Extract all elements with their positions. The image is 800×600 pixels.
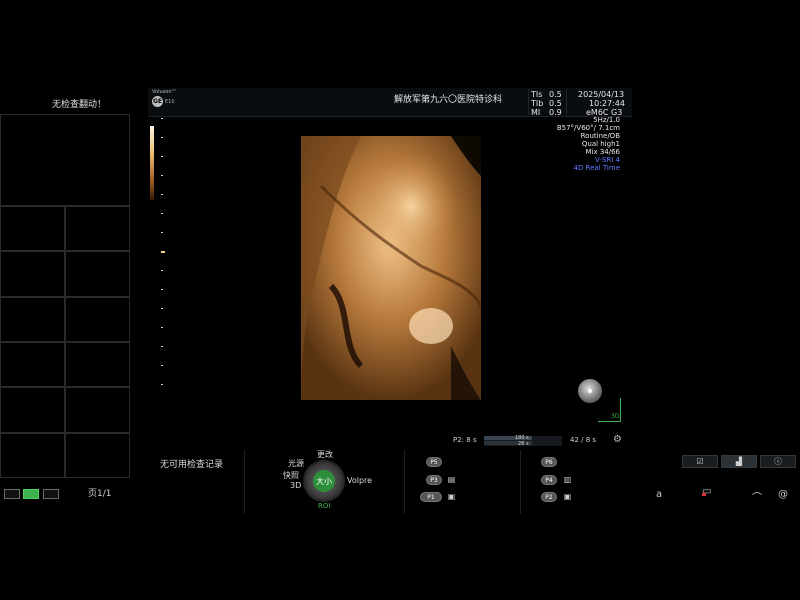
cine-prefix: P2: <box>453 436 465 444</box>
thumbnail-grid <box>0 206 130 478</box>
thumbnail-slot[interactable] <box>0 296 65 342</box>
cine-label: P2: 8 s <box>453 436 477 444</box>
header-divider <box>566 89 567 115</box>
depth-tick <box>161 194 163 195</box>
orientation-ball[interactable] <box>578 379 602 403</box>
thumbnail-slot[interactable] <box>65 296 130 342</box>
depth-tick <box>161 270 163 271</box>
tab-info[interactable]: ⓘ <box>760 455 796 468</box>
depth-tick <box>161 175 163 176</box>
exam-time: 10:27:44 <box>589 99 625 108</box>
layout-3x3-button[interactable] <box>43 489 59 499</box>
knob-center-label: 大小 <box>316 477 332 486</box>
acquisition-info: 5Hz/1.0 B57°/V60°/ 7.1cm Routine/OB Qual… <box>557 116 620 172</box>
cine-start: 8 s <box>466 436 477 444</box>
panel-divider <box>404 450 405 514</box>
thumbnail-slot[interactable] <box>65 387 130 433</box>
thumbnail-slot[interactable] <box>0 387 65 433</box>
p4-button[interactable]: P4 <box>541 475 557 485</box>
layout-2x2-button[interactable] <box>23 489 39 499</box>
info-mode: 4D Real Time <box>573 164 620 172</box>
info-frame-rate: 5Hz/1.0 <box>593 116 620 124</box>
depth-tick <box>161 346 163 347</box>
info-preset: Routine/OB <box>580 132 620 140</box>
knob-label-3d[interactable]: 3D <box>290 481 301 490</box>
network-icon[interactable]: ⌒ <box>752 489 762 504</box>
tis-label: TIs <box>531 90 543 99</box>
info-quality: Qual high1 <box>581 140 620 148</box>
depth-tick <box>161 232 163 233</box>
depth-tick <box>161 213 163 214</box>
model-label: E10 <box>165 99 175 105</box>
hospital-name: 解放军第九六〇医院特诊科 <box>394 95 503 105</box>
thumbnail-slot[interactable] <box>0 341 65 388</box>
checklist-icon: ☑ <box>696 457 704 466</box>
info-angle-depth: B57°/V60°/ 7.1cm <box>556 124 620 132</box>
layout-1x2-button[interactable] <box>4 489 20 499</box>
tib-value: 0.5 <box>549 99 562 108</box>
knob-label-change[interactable]: 更改 <box>317 449 333 460</box>
bar-chart-icon: ▟ <box>735 457 743 466</box>
p2-button[interactable]: P2 <box>541 492 557 502</box>
frame-count: 42 / 8 s <box>570 436 597 444</box>
no-records-message: 无可用检查记录 <box>160 460 224 470</box>
keyboard-text[interactable]: a <box>656 489 662 500</box>
thumbnail-slot[interactable] <box>0 251 65 297</box>
depth-tick <box>161 251 165 253</box>
tis-value: 0.5 <box>549 90 562 99</box>
brand-logo-text: Voluson™ <box>152 89 177 95</box>
save-icon[interactable]: ▣ <box>447 492 456 501</box>
exam-date: 2025/04/13 <box>578 90 625 99</box>
thumbnail-slot[interactable] <box>0 114 130 206</box>
depth-tick <box>161 308 163 309</box>
info-icon: ⓘ <box>774 457 782 466</box>
thumbnail-slot[interactable] <box>65 251 130 297</box>
depth-tick <box>161 327 163 328</box>
depth-tick <box>161 118 163 119</box>
volume-render-image[interactable] <box>301 136 481 400</box>
depth-tick <box>161 384 163 385</box>
printer-icon[interactable]: ▤ <box>447 475 456 484</box>
depth-tick <box>161 156 163 157</box>
orientation-axis-vertical <box>620 398 621 422</box>
depth-tick <box>161 289 163 290</box>
knob-label-snapshot[interactable]: 快照 <box>283 470 299 481</box>
orientation-axis-horizontal <box>598 421 621 422</box>
header-divider <box>528 89 529 115</box>
alert-indicator <box>702 493 706 496</box>
tib-label: TIb <box>531 99 544 108</box>
roi-label[interactable]: ROI <box>318 502 330 510</box>
p5-button[interactable]: P5 <box>426 457 442 467</box>
mi-label: MI <box>531 108 541 117</box>
thumbnail-slot[interactable] <box>0 432 65 478</box>
panel-divider <box>520 450 521 514</box>
gear-icon[interactable]: ⚙ <box>613 434 622 445</box>
ge-logo-icon: GE <box>152 96 163 107</box>
document-icon[interactable]: ▥ <box>563 475 572 484</box>
knob-label-volpre[interactable]: Volpre <box>347 476 372 485</box>
cine-value-bottom: 28 s <box>518 441 529 447</box>
panel-divider <box>244 450 245 514</box>
depth-tick <box>161 365 163 366</box>
render-svg <box>301 136 481 400</box>
at-icon[interactable]: @ <box>778 489 788 500</box>
thumbnail-slot[interactable] <box>65 206 130 252</box>
thumbnail-slot[interactable] <box>0 206 65 252</box>
info-mix: Mix 34/66 <box>585 148 620 156</box>
save-icon[interactable]: ▣ <box>563 492 572 501</box>
thumbnail-slot[interactable] <box>65 341 130 388</box>
tab-chart[interactable]: ▟ <box>721 455 757 468</box>
p6-button[interactable]: P6 <box>541 457 557 467</box>
thumbnail-slot[interactable] <box>65 432 130 478</box>
color-map-bar <box>150 126 154 200</box>
status-message: 无检查翻动！ <box>52 100 107 110</box>
orientation-label: 3D <box>611 413 620 420</box>
info-vsri: V-SRI 4 <box>595 156 620 164</box>
knob-label-light[interactable]: 光源 <box>288 458 304 469</box>
page-indicator: 页1/1 <box>88 489 112 499</box>
p3-button[interactable]: P3 <box>426 475 442 485</box>
depth-tick <box>161 137 163 138</box>
tab-checklist[interactable]: ☑ <box>682 455 718 468</box>
p1-button[interactable]: P1 <box>420 492 442 502</box>
